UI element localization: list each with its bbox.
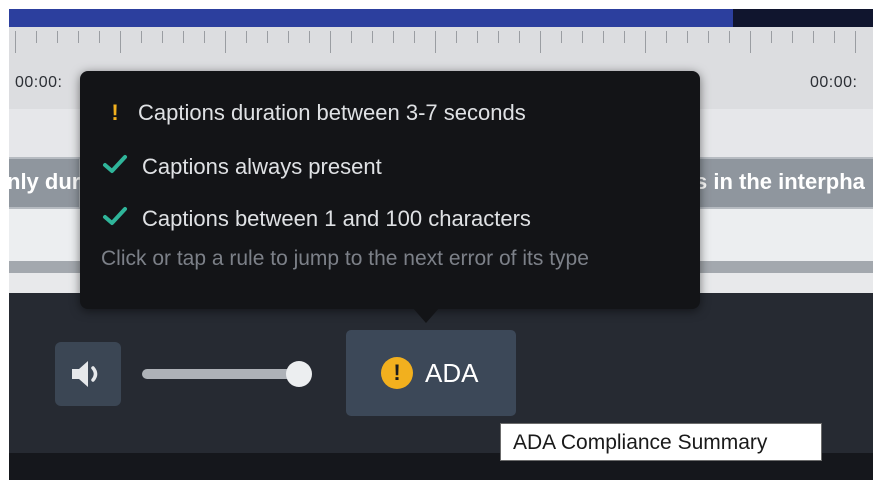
rule-label: Captions duration between 3-7 seconds xyxy=(138,100,526,125)
checkmark-icon xyxy=(100,153,130,181)
timeline-tick xyxy=(645,31,646,53)
timeline-tick xyxy=(15,31,16,53)
timeline-tick xyxy=(582,31,583,43)
warning-circle-icon: ! xyxy=(381,357,413,389)
timeline-tick xyxy=(225,31,226,53)
timeline-tick xyxy=(477,31,478,43)
video-progress-bar[interactable] xyxy=(9,9,873,27)
compliance-popup: ! Captions duration between 3-7 seconds … xyxy=(80,71,700,309)
video-progress-remaining xyxy=(733,9,873,27)
timeline-tick xyxy=(792,31,793,43)
rule-caption-duration[interactable]: ! Captions duration between 3-7 seconds xyxy=(100,93,680,133)
timeline-tick xyxy=(498,31,499,43)
rule-label: Captions always present xyxy=(142,154,382,179)
speaker-icon xyxy=(72,361,98,387)
checkmark-icon xyxy=(100,205,130,233)
timeline-tick xyxy=(435,31,436,53)
timeline-tick xyxy=(666,31,667,43)
caption-editor: 00:00: 00:00: nly dur s in the interpha … xyxy=(9,9,873,480)
timeline-tick xyxy=(771,31,772,43)
timeline-tick xyxy=(120,31,121,53)
rule-caption-length[interactable]: Captions between 1 and 100 characters xyxy=(100,199,680,239)
timeline-tick xyxy=(372,31,373,43)
timeline-tick xyxy=(141,31,142,43)
timeline-tick xyxy=(414,31,415,43)
timeline-tick xyxy=(78,31,79,43)
timeline-time-right: 00:00: xyxy=(810,74,858,91)
timeline-tick xyxy=(624,31,625,43)
popup-pointer xyxy=(412,307,440,323)
timeline-tick xyxy=(351,31,352,43)
timeline-tick xyxy=(288,31,289,43)
exclamation-icon: ! xyxy=(111,100,119,125)
timeline-tick xyxy=(561,31,562,43)
timeline-ticks xyxy=(9,31,873,55)
caption-segment-text-right: s in the interpha xyxy=(695,169,865,194)
timeline-tick xyxy=(456,31,457,43)
timeline-tick xyxy=(246,31,247,43)
timeline-tick xyxy=(708,31,709,43)
ada-button-label: ADA xyxy=(425,358,479,388)
volume-slider-handle[interactable] xyxy=(286,361,312,387)
timeline-tick xyxy=(540,31,541,53)
ada-tooltip: ADA Compliance Summary xyxy=(500,423,822,461)
ada-compliance-button[interactable]: ! ADA xyxy=(346,330,516,416)
timeline-tick xyxy=(330,31,331,53)
timeline-tick xyxy=(729,31,730,43)
timeline-time-left: 00:00: xyxy=(15,74,63,91)
caption-segment-text-left: nly dur xyxy=(9,169,81,194)
tooltip-text: ADA Compliance Summary xyxy=(513,431,768,454)
timeline-tick xyxy=(813,31,814,43)
timeline-tick xyxy=(57,31,58,43)
timeline-tick xyxy=(162,31,163,43)
timeline-tick xyxy=(99,31,100,43)
timeline-tick xyxy=(267,31,268,43)
timeline-tick xyxy=(834,31,835,43)
timeline-tick xyxy=(687,31,688,43)
popup-hint-text: Click or tap a rule to jump to the next … xyxy=(101,247,589,270)
timeline-tick xyxy=(183,31,184,43)
timeline-tick xyxy=(519,31,520,43)
volume-slider[interactable] xyxy=(142,369,302,379)
timeline-tick xyxy=(393,31,394,43)
timeline-tick xyxy=(750,31,751,53)
timeline-tick xyxy=(855,31,856,53)
rule-captions-present[interactable]: Captions always present xyxy=(100,147,680,187)
timeline-tick xyxy=(309,31,310,43)
timeline-tick xyxy=(603,31,604,43)
timeline-tick xyxy=(36,31,37,43)
rule-label: Captions between 1 and 100 characters xyxy=(142,206,531,231)
video-progress-fill xyxy=(9,9,733,27)
volume-button[interactable] xyxy=(55,342,121,406)
timeline-tick xyxy=(204,31,205,43)
